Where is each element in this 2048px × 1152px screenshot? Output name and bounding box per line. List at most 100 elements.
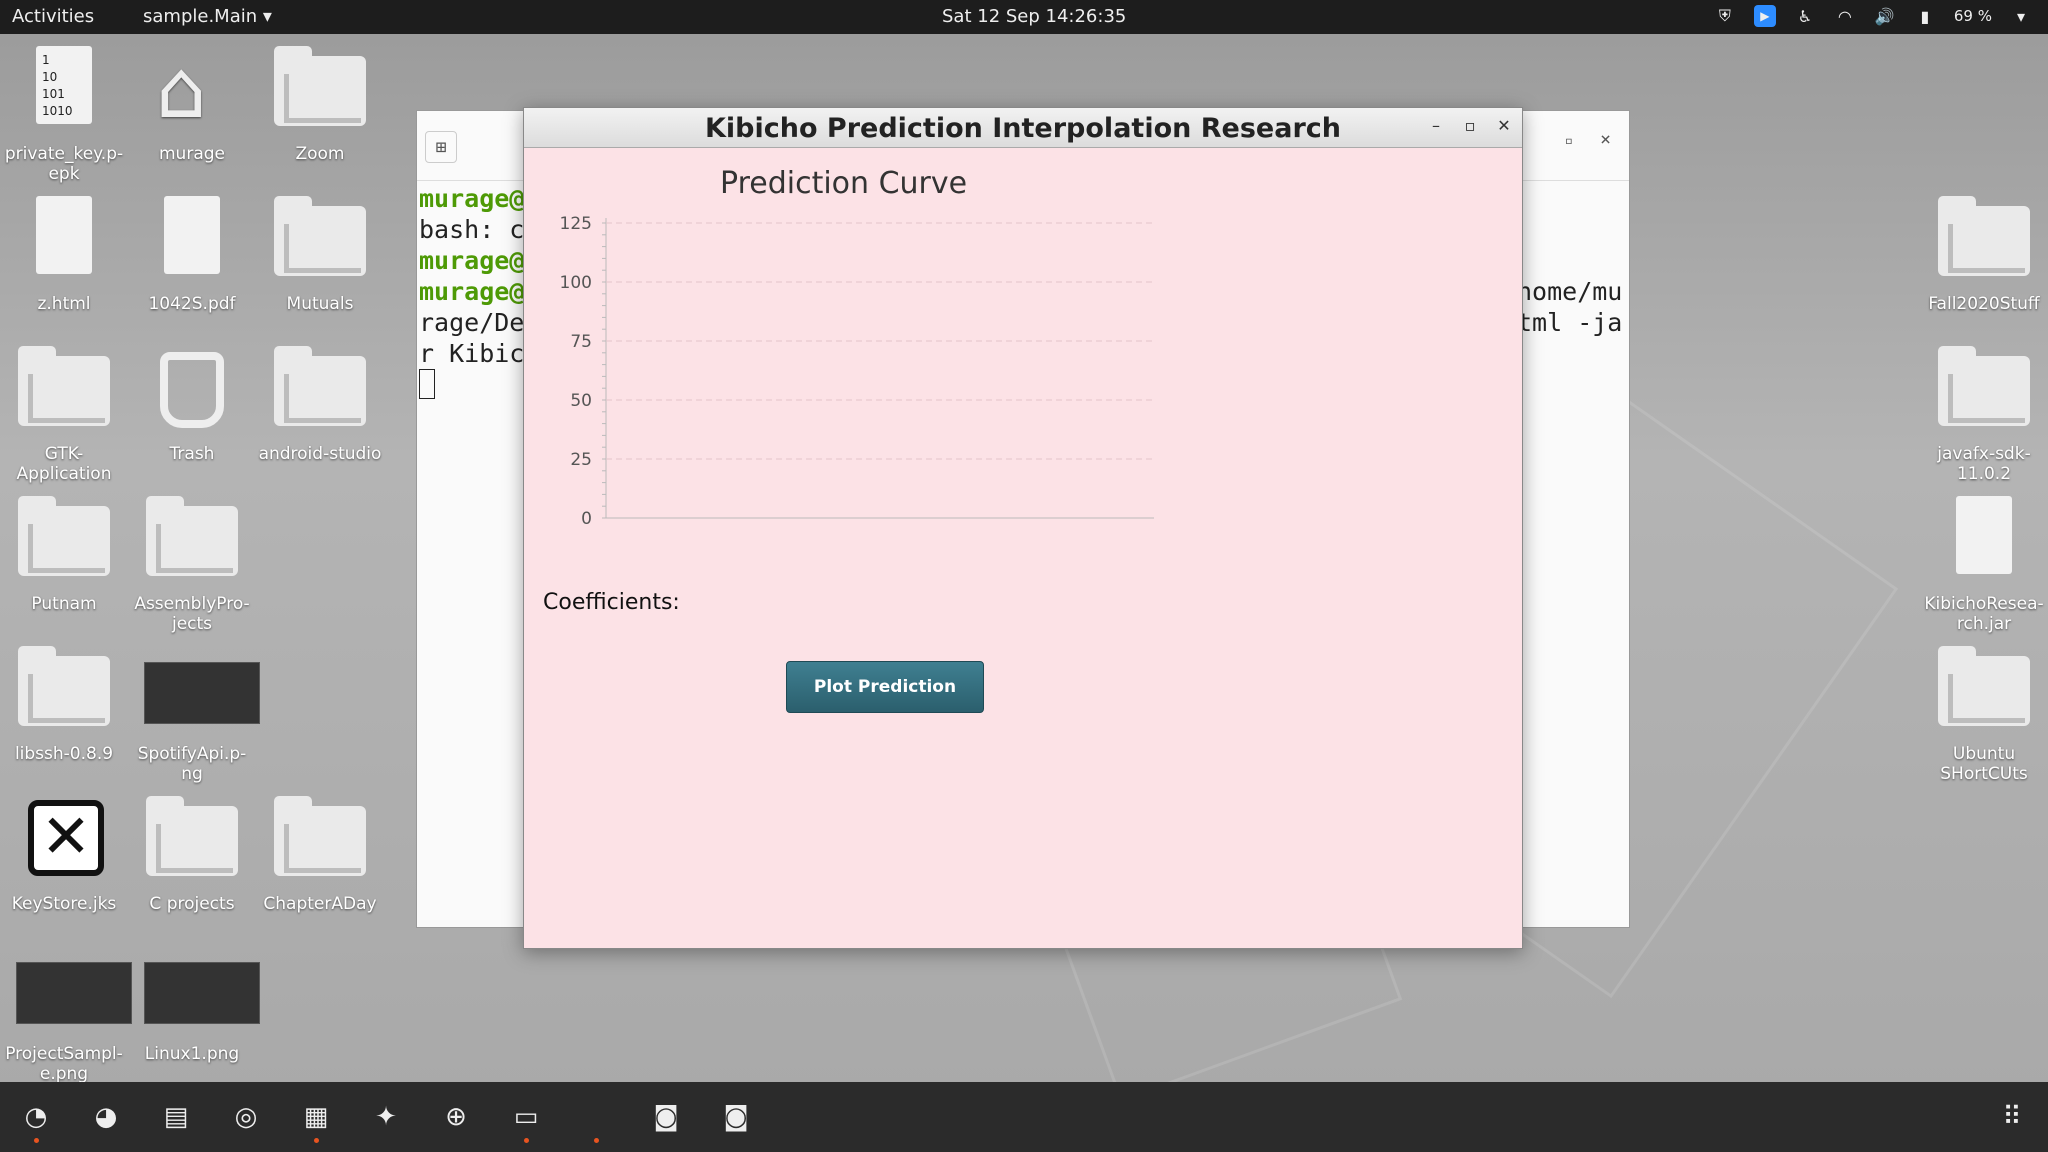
dock: ◔ ◕ ▤ ◎ ▦ ✦ ⊕ ▭ ◙ ◙ ⠿: [0, 1082, 2048, 1152]
desktop-icon[interactable]: GTK-Application: [0, 340, 128, 484]
folder-icon: [1934, 640, 2034, 740]
folder-icon: [270, 190, 370, 290]
files-icon[interactable]: ▤: [156, 1097, 196, 1137]
volume-icon[interactable]: 🔊: [1874, 5, 1896, 27]
image-thumbnail-icon: [14, 940, 132, 1040]
terminal-line: murage@: [419, 184, 525, 213]
folder-icon: [14, 340, 114, 440]
window-title: Kibicho Prediction Interpolation Researc…: [704, 113, 1341, 144]
folder-icon: [270, 790, 370, 890]
desktop-icon[interactable]: Linux1.png: [128, 940, 260, 1064]
app-icon-2[interactable]: ◙: [716, 1097, 756, 1137]
desktop-icon-label: 1042S.pdf: [148, 294, 236, 314]
rhythmbox-icon[interactable]: ◎: [226, 1097, 266, 1137]
software-icon[interactable]: ✦: [366, 1097, 406, 1137]
desktop-icon[interactable]: C projects: [128, 790, 256, 914]
desktop-icon-label: Linux1.png: [144, 1044, 240, 1064]
desktop-icon-label: GTK-Application: [16, 444, 112, 484]
desktop-icon-label: ChapterADay: [263, 894, 377, 914]
desktop-icon[interactable]: libssh-0.8.9: [0, 640, 128, 764]
clock[interactable]: Sat 12 Sep 14:26:35: [942, 6, 1126, 27]
y-tick-label: 0: [581, 509, 592, 529]
trash-icon: [142, 340, 242, 440]
desktop-icon[interactable]: javafx-sdk-11.0.2: [1920, 340, 2048, 484]
prediction-chart: 0 25 50 75 100 125: [560, 214, 1154, 529]
folder-icon: [270, 340, 370, 440]
writer-icon[interactable]: ▦: [296, 1097, 336, 1137]
folder-icon: [1934, 340, 2034, 440]
accessibility-icon[interactable]: ♿: [1794, 5, 1816, 27]
new-tab-icon[interactable]: ⊞: [425, 131, 457, 163]
desktop-icon[interactable]: Putnam: [0, 490, 128, 614]
desktop-icon[interactable]: SpotifyApi.p-ng: [128, 640, 260, 784]
desktop-icon[interactable]: ✕ KeyStore.jks: [0, 790, 128, 914]
desktop-icon-label: KibichoResea-rch.jar: [1924, 594, 2044, 634]
desktop-icon[interactable]: Ubuntu SHortCUts: [1920, 640, 2048, 784]
file-preview-text: 1 10 101 1010: [36, 46, 92, 124]
desktop-icon[interactable]: KibichoResea-rch.jar: [1920, 490, 2048, 634]
app-window[interactable]: Kibicho Prediction Interpolation Researc…: [523, 107, 1523, 949]
desktop-icon-label: SpotifyApi.p-ng: [137, 744, 247, 784]
image-thumbnail-icon: [142, 640, 260, 740]
thunderbird-icon[interactable]: ◕: [86, 1097, 126, 1137]
help-icon[interactable]: ⊕: [436, 1097, 476, 1137]
folder-icon: [1934, 190, 2034, 290]
system-tray[interactable]: ⛨ ▶ ♿ ◠ 🔊 ▮ 69 % ▾: [1714, 5, 2032, 27]
folder-icon: [14, 490, 114, 590]
chevron-down-icon[interactable]: ▾: [2010, 5, 2032, 27]
desktop-icon[interactable]: Mutuals: [256, 190, 384, 314]
plot-prediction-button[interactable]: Plot Prediction: [786, 661, 984, 713]
desktop-icon[interactable]: ProjectSampl-e.png: [0, 940, 132, 1084]
y-tick-label: 100: [560, 273, 592, 293]
desktop-icon[interactable]: Fall2020Stuff: [1920, 190, 2048, 314]
app-titlebar[interactable]: Kibicho Prediction Interpolation Researc…: [524, 108, 1522, 148]
jar-file-icon: [1934, 490, 2034, 590]
terminal-line: murage@: [419, 277, 525, 306]
chart-title: Prediction Curve: [720, 166, 968, 201]
wifi-icon[interactable]: ◠: [1834, 5, 1856, 27]
terminal-output-right: home/mu tml -ja: [1517, 276, 1622, 338]
desktop-icon-label: z.html: [37, 294, 91, 314]
pdf-file-icon: [142, 190, 242, 290]
close-icon[interactable]: ×: [1600, 129, 1611, 150]
maximize-icon[interactable]: ▫: [1565, 133, 1573, 149]
firefox-icon[interactable]: ◔: [16, 1097, 56, 1137]
desktop-icon[interactable]: z.html: [0, 190, 128, 314]
html-file-icon: [14, 190, 114, 290]
terminal-output[interactable]: murage@ bash: c murage@ murage@ rage/De r Kib…: [419, 183, 524, 369]
desktop-icon[interactable]: AssemblyPro-jects: [128, 490, 256, 634]
zoom-icon[interactable]: ▶: [1753, 5, 1776, 27]
folder-icon: [142, 490, 242, 590]
desktop-icon[interactable]: Zoom: [256, 40, 384, 164]
app-menu[interactable]: sample.Main ▾: [143, 6, 272, 27]
desktop-icon-label: C projects: [149, 894, 235, 914]
desktop-icon-label: android-studio: [258, 444, 382, 464]
desktop-icon-label: KeyStore.jks: [11, 894, 117, 914]
desktop-icon-label: Fall2020Stuff: [1928, 294, 2040, 314]
top-bar: Activities sample.Main ▾ Sat 12 Sep 14:2…: [0, 0, 2048, 34]
desktop-icon[interactable]: 1 10 101 1010 private_key.p-epk: [0, 40, 128, 184]
maximize-icon[interactable]: ▫: [1458, 116, 1482, 140]
desktop-icon-label: Zoom: [295, 144, 345, 164]
desktop-icon-label: ProjectSampl-e.png: [5, 1044, 123, 1084]
close-icon[interactable]: ✕: [1492, 116, 1516, 140]
desktop-icon[interactable]: Trash: [128, 340, 256, 464]
shield-icon[interactable]: ⛨: [1714, 5, 1736, 27]
desktop-icon[interactable]: ChapterADay: [256, 790, 384, 914]
activities-button[interactable]: Activities: [12, 6, 94, 27]
terminal-icon[interactable]: ▭: [506, 1097, 546, 1137]
battery-icon[interactable]: ▮: [1914, 5, 1936, 27]
running-indicator: [34, 1138, 39, 1143]
desktop-icon[interactable]: ⌂ murage: [128, 40, 256, 165]
folder-icon: [142, 790, 242, 890]
minimize-icon[interactable]: –: [1424, 116, 1448, 140]
desktop-icon[interactable]: 1042S.pdf: [128, 190, 256, 314]
app-icon-1[interactable]: ◙: [646, 1097, 686, 1137]
terminal-line: r Kibic: [419, 339, 525, 368]
desktop-icon-label: AssemblyPro-jects: [134, 594, 250, 634]
desktop-icon[interactable]: android-studio: [256, 340, 384, 464]
terminal-line: rage/De: [419, 308, 525, 337]
desktop-icon-label: murage: [159, 144, 225, 164]
show-apps-icon[interactable]: ⠿: [1992, 1097, 2032, 1137]
y-tick-label: 50: [570, 391, 592, 411]
